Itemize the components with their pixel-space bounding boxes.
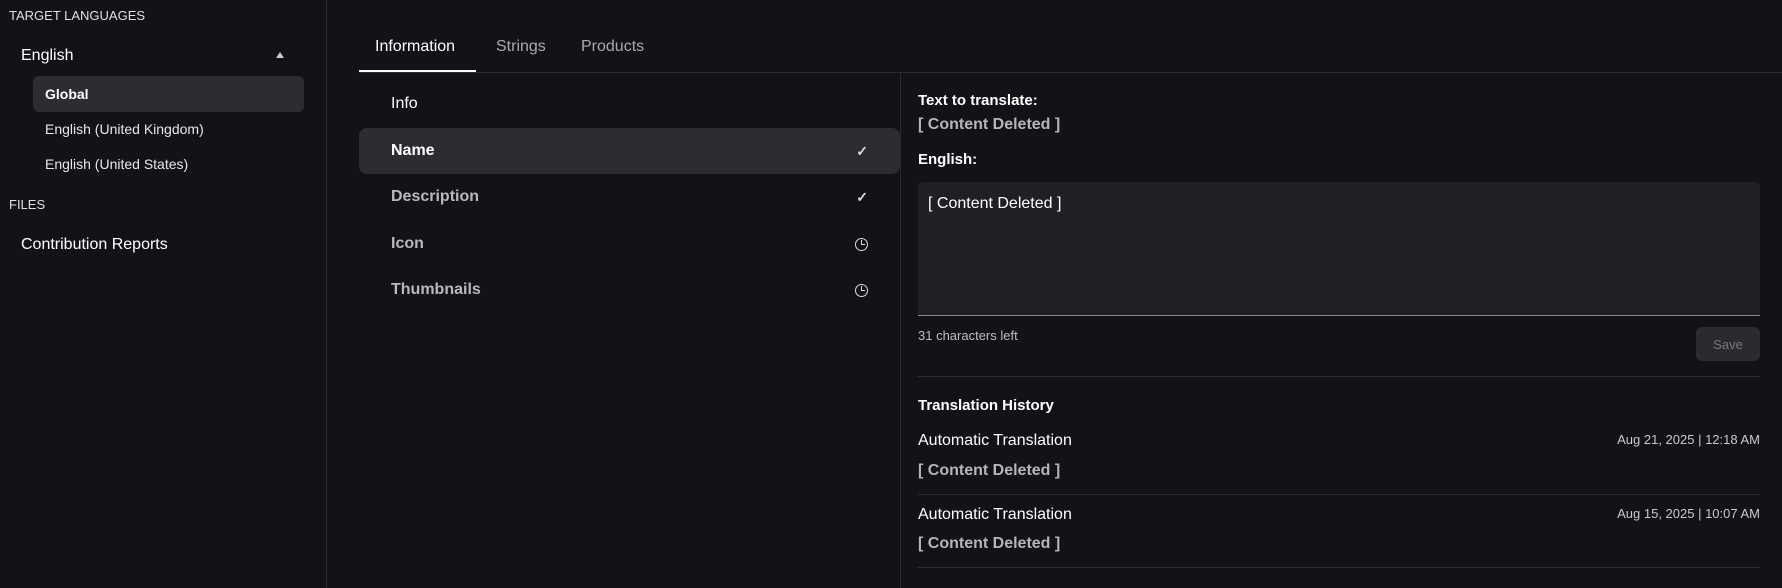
files-heading: FILES [9,197,46,212]
locale-label: English (United Kingdom) [45,121,204,137]
contribution-reports-link[interactable]: Contribution Reports [21,236,168,254]
target-languages-heading: TARGET LANGUAGES [9,8,146,23]
target-language-label: English: [918,151,978,168]
clock-icon [855,237,868,251]
field-icon[interactable]: Icon [359,221,900,267]
field-label: Thumbnails [391,281,481,298]
locale-label: Global [45,86,89,102]
field-label: Info [391,95,418,112]
translation-input[interactable]: [ Content Deleted ] [918,182,1760,316]
field-info[interactable]: Info [359,81,900,127]
locale-global[interactable]: Global [33,76,304,112]
history-text: [ Content Deleted ] [918,535,1061,552]
caret-up-icon[interactable] [276,52,284,58]
save-button[interactable]: Save [1696,327,1760,361]
field-label: Description [391,188,480,205]
check-icon: ✓ [856,188,868,205]
clock-icon [855,283,868,297]
locale-en-gb[interactable]: English (United Kingdom) [33,111,304,147]
field-thumbnails[interactable]: Thumbnails [359,267,900,313]
panel-divider [900,73,901,588]
history-date: Aug 21, 2025 | 12:18 AM [1617,432,1760,447]
source-text: [ Content Deleted ] [918,116,1061,133]
tabs-divider [359,72,1782,73]
history-text: [ Content Deleted ] [918,462,1061,479]
history-title: Automatic Translation [918,432,1072,449]
chars-left: 31 characters left [918,328,1018,343]
text-to-translate-label: Text to translate: [918,92,1038,109]
field-label: Icon [391,235,424,252]
tab-products[interactable]: Products [581,38,644,56]
tab-strings[interactable]: Strings [496,38,546,56]
divider [918,376,1760,377]
language-english[interactable]: English [21,47,73,65]
field-name[interactable]: Name ✓ [359,128,900,174]
history-title: Automatic Translation [918,506,1072,523]
history-date: Aug 15, 2025 | 10:07 AM [1617,506,1760,521]
sidebar: TARGET LANGUAGES English Global English … [0,0,327,588]
field-label: Name [391,142,435,159]
locale-label: English (United States) [45,156,189,172]
divider [918,494,1760,495]
divider [918,567,1760,568]
active-tab-indicator [359,70,476,72]
translation-history-title: Translation History [918,397,1054,414]
field-description[interactable]: Description ✓ [359,174,900,220]
locale-en-us[interactable]: English (United States) [33,146,304,182]
check-icon: ✓ [856,142,868,159]
tab-information[interactable]: Information [375,38,455,56]
